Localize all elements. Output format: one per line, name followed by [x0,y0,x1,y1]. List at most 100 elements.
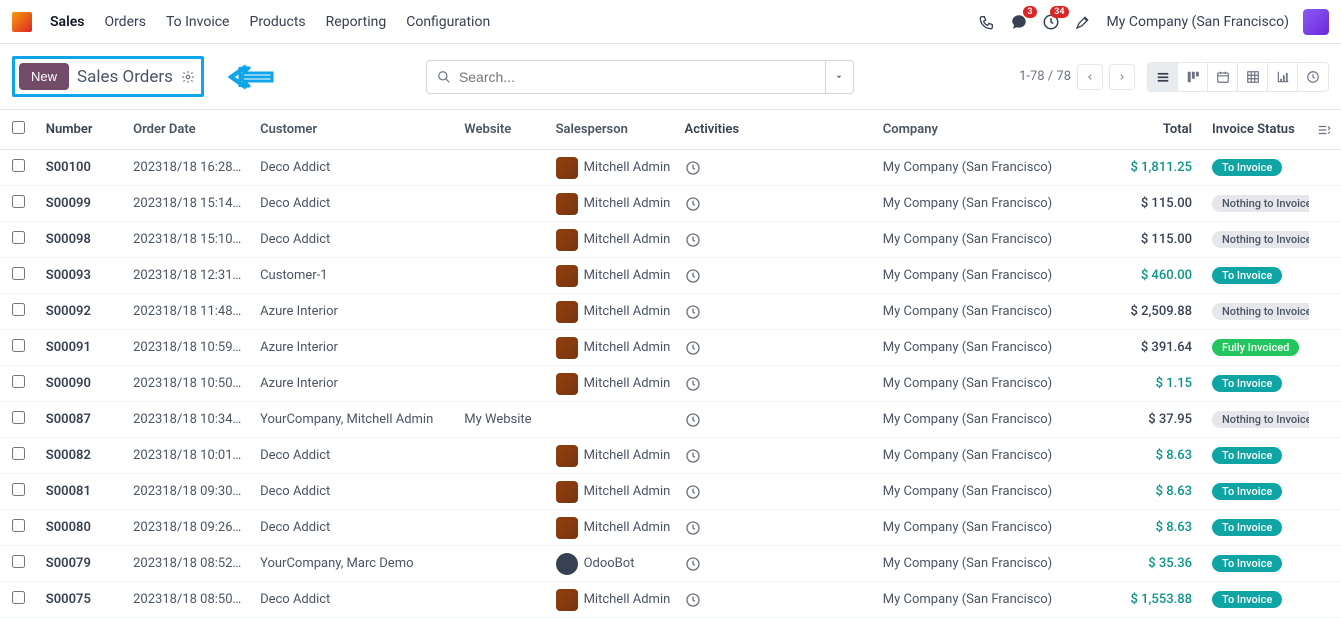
user-avatar[interactable] [1303,9,1329,35]
cell-activities[interactable] [677,520,875,536]
cell-total: $ 460.00 [1093,268,1200,283]
row-checkbox[interactable] [12,375,25,388]
cell-invoice-status: To Invoice [1200,519,1309,536]
row-checkbox[interactable] [12,195,25,208]
cell-activities[interactable] [677,556,875,572]
row-checkbox[interactable] [12,591,25,604]
messages-icon[interactable]: 3 [1005,8,1033,36]
clock-icon [685,376,701,392]
row-checkbox[interactable] [12,231,25,244]
cell-activities[interactable] [677,376,875,392]
nav-app-title[interactable]: Sales [40,14,94,30]
graph-icon [1276,70,1290,84]
cell-salesperson: Mitchell Admin [548,373,677,395]
cell-activities[interactable] [677,448,875,464]
cell-activities[interactable] [677,340,875,356]
table-row[interactable]: S00081 202318/18 09:30:10 Deco Addict Mi… [0,474,1341,510]
nav-products[interactable]: Products [239,14,315,30]
pager-prev[interactable] [1077,64,1103,90]
table-row[interactable]: S00100 202318/18 16:28:26 Deco Addict Mi… [0,150,1341,186]
cell-total: $ 37.95 [1093,412,1200,427]
row-checkbox[interactable] [12,519,25,532]
cell-activities[interactable] [677,412,875,428]
pager-next[interactable] [1109,64,1135,90]
nav-configuration[interactable]: Configuration [396,14,500,30]
status-badge: Nothing to Invoice [1212,231,1309,248]
cell-customer: Deco Addict [252,592,456,607]
phone-icon[interactable] [973,8,1001,36]
search-box[interactable] [426,60,826,94]
row-checkbox[interactable] [12,159,25,172]
view-activity[interactable] [1298,63,1328,91]
tools-icon[interactable] [1069,8,1097,36]
nav-reporting[interactable]: Reporting [316,14,397,30]
cell-activities[interactable] [677,304,875,320]
cell-activities[interactable] [677,196,875,212]
cell-date: 202318/18 10:50:08 [125,376,252,391]
table-row[interactable]: S00090 202318/18 10:50:08 Azure Interior… [0,366,1341,402]
cell-invoice-status: To Invoice [1200,159,1309,176]
col-website[interactable]: Website [456,122,547,137]
col-activities[interactable]: Activities [677,122,875,137]
select-all-checkbox[interactable] [12,121,25,134]
col-invoice-status[interactable]: Invoice Status [1200,122,1309,137]
cell-activities[interactable] [677,484,875,500]
salesperson-name: Mitchell Admin [584,340,671,355]
salesperson-avatar [556,373,578,395]
chevron-left-icon [1085,72,1095,82]
col-options[interactable] [1309,123,1341,137]
table-row[interactable]: S00080 202318/18 09:26:25 Deco Addict Mi… [0,510,1341,546]
pager-text[interactable]: 1-78 / 78 [1019,69,1071,84]
messages-badge: 3 [1023,6,1036,18]
cell-company: My Company (San Francisco) [875,376,1093,391]
col-number[interactable]: Number [38,122,125,137]
cell-activities[interactable] [677,232,875,248]
new-button[interactable]: New [19,63,69,90]
cell-customer: Deco Addict [252,196,456,211]
table-row[interactable]: S00087 202318/18 10:34:20 YourCompany, M… [0,402,1341,438]
activities-badge: 34 [1050,6,1068,18]
view-graph[interactable] [1268,63,1298,91]
cell-activities[interactable] [677,592,875,608]
cell-activities[interactable] [677,268,875,284]
search-dropdown-toggle[interactable] [826,60,854,94]
col-total[interactable]: Total [1093,122,1200,137]
cell-salesperson: Mitchell Admin [548,193,677,215]
row-checkbox[interactable] [12,411,25,424]
search-input[interactable] [459,69,815,85]
row-checkbox[interactable] [12,339,25,352]
salesperson-avatar [556,265,578,287]
cell-number: S00100 [38,160,125,175]
activities-icon[interactable]: 34 [1037,8,1065,36]
table-row[interactable]: S00099 202318/18 15:14:11 Deco Addict Mi… [0,186,1341,222]
table-row[interactable]: S00098 202318/18 15:10:34 Deco Addict Mi… [0,222,1341,258]
cell-activities[interactable] [677,160,875,176]
table-row[interactable]: S00093 202318/18 12:31:49 Customer-1 Mit… [0,258,1341,294]
row-checkbox[interactable] [12,447,25,460]
row-checkbox[interactable] [12,483,25,496]
view-calendar[interactable] [1208,63,1238,91]
app-logo-icon[interactable] [12,12,32,32]
row-checkbox[interactable] [12,303,25,316]
nav-to-invoice[interactable]: To Invoice [156,14,240,30]
gear-icon[interactable] [181,70,195,84]
cell-total: $ 1.15 [1093,376,1200,391]
view-pivot[interactable] [1238,63,1268,91]
nav-orders[interactable]: Orders [94,14,156,30]
company-selector[interactable]: My Company (San Francisco) [1107,14,1289,30]
cell-total: $ 8.63 [1093,448,1200,463]
table-row[interactable]: S00079 202318/18 08:52:09 YourCompany, M… [0,546,1341,582]
cell-invoice-status: To Invoice [1200,591,1309,608]
view-list[interactable] [1148,63,1178,91]
table-row[interactable]: S00082 202318/18 10:01:36 Deco Addict Mi… [0,438,1341,474]
col-company[interactable]: Company [875,122,1093,137]
table-row[interactable]: S00075 202318/18 08:50:35 Deco Addict Mi… [0,582,1341,618]
view-kanban[interactable] [1178,63,1208,91]
col-order-date[interactable]: Order Date [125,122,252,137]
table-row[interactable]: S00091 202318/18 10:59:57 Azure Interior… [0,330,1341,366]
row-checkbox[interactable] [12,267,25,280]
row-checkbox[interactable] [12,555,25,568]
table-row[interactable]: S00092 202318/18 11:48:00 Azure Interior… [0,294,1341,330]
col-salesperson[interactable]: Salesperson [548,122,677,137]
col-customer[interactable]: Customer [252,122,456,137]
